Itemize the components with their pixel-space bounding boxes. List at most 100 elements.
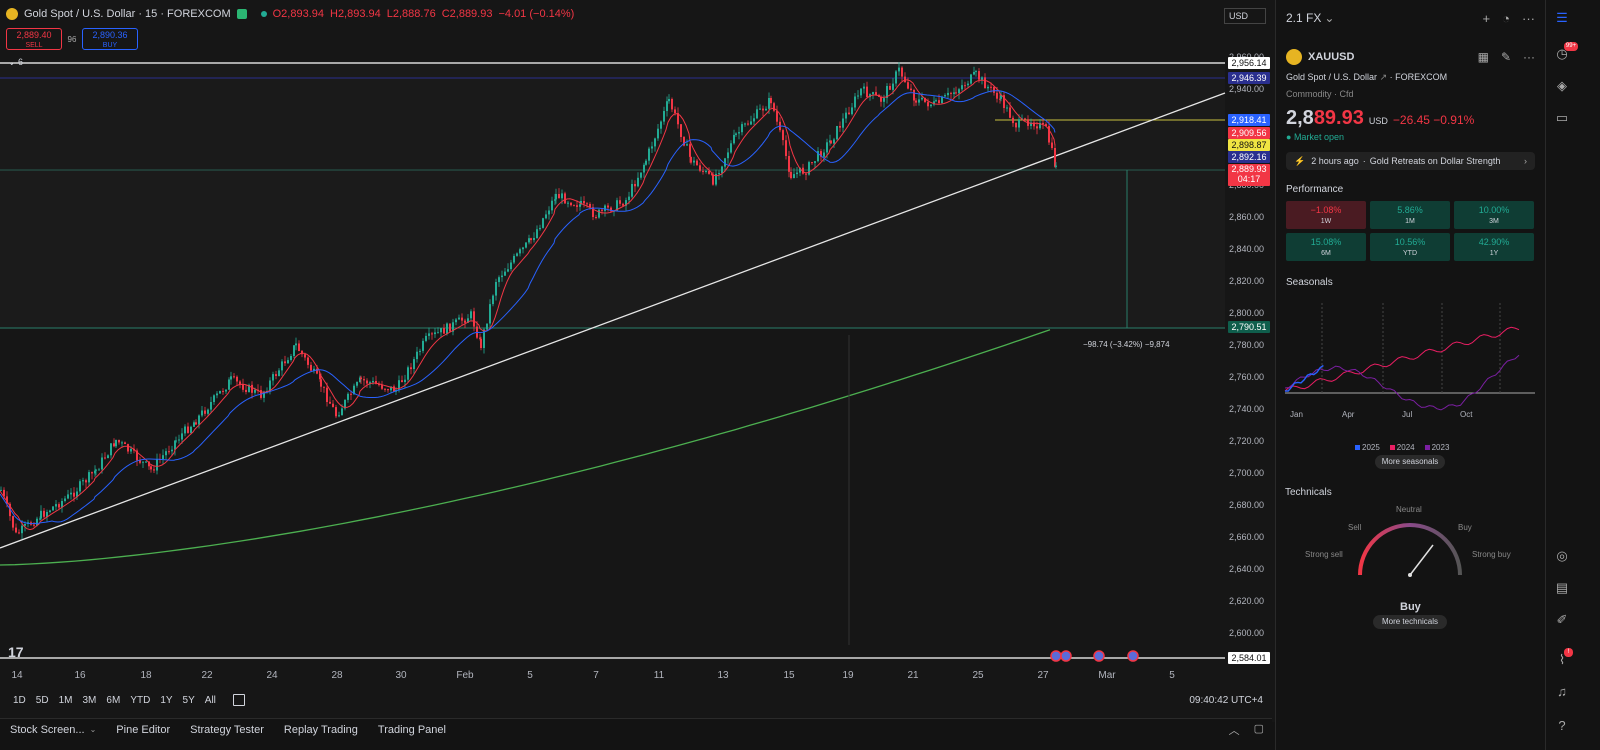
candle-body [225, 389, 227, 392]
watchlist-name[interactable]: 2.1 FX [1286, 11, 1321, 25]
candle-body [539, 227, 541, 230]
news-banner[interactable]: ⚡ 2 hours ago · Gold Retreats on Dollar St… [1286, 152, 1535, 170]
candle-body [733, 134, 735, 144]
edit-icon[interactable]: ✎ [1501, 50, 1511, 64]
candle-body [113, 443, 115, 447]
help-icon[interactable]: ? [1554, 718, 1570, 734]
candle-body [347, 393, 349, 400]
candle-body [690, 157, 692, 163]
range-all[interactable]: All [200, 695, 221, 706]
add-icon[interactable]: + [1483, 11, 1491, 26]
price-axis-tick: 2,740.00 [1228, 404, 1264, 414]
target-icon[interactable]: ◎ [1554, 548, 1570, 564]
candle-body [1006, 107, 1008, 109]
candle-body [272, 374, 274, 381]
range-ytd[interactable]: YTD [125, 695, 155, 706]
layers-icon[interactable]: ◈ [1554, 78, 1570, 94]
calendar-icon[interactable] [232, 694, 245, 706]
bell-icon[interactable]: ♫ [1554, 684, 1570, 700]
candle-body [782, 130, 784, 141]
more-technicals-button[interactable]: More technicals [1373, 615, 1447, 629]
hline-label[interactable]: ⌄ 6 [8, 57, 23, 68]
more-icon[interactable]: ··· [1522, 11, 1535, 26]
candle-body [461, 317, 463, 321]
buy-button[interactable]: 2,890.36 BUY [82, 28, 138, 50]
tab-replay-trading[interactable]: Replay Trading [274, 724, 368, 736]
candle-body [501, 275, 503, 278]
price-tag-resistance: 2,946.39 [1228, 72, 1270, 84]
candle-body [637, 177, 639, 187]
technicals-title[interactable]: Technicals [1285, 487, 1332, 498]
range-1d[interactable]: 1D [8, 695, 31, 706]
more-icon[interactable]: ··· [1523, 50, 1535, 64]
candle-body [21, 525, 23, 534]
pencil-icon[interactable]: ✐ [1554, 612, 1570, 628]
candle-body [338, 415, 340, 417]
collapse-icon[interactable]: ︿ [1229, 722, 1240, 738]
performance-cell-3m[interactable]: 10.00% 3M [1454, 201, 1534, 229]
candle-body [104, 457, 106, 459]
chart-area[interactable]: Gold Spot / U.S. Dollar · 15 · FOREXCOM … [0, 0, 1295, 722]
performance-value: 10.00% [1478, 205, 1510, 215]
tab-pine-editor[interactable]: Pine Editor [106, 724, 180, 736]
clock[interactable]: 09:40:42 UTC+4 [1189, 695, 1263, 706]
watchlist-header[interactable]: 2.1 FX ⌄ + ◔ ··· [1276, 0, 1545, 36]
performance-cell-1y[interactable]: 42.90% 1Y [1454, 233, 1534, 261]
candle-body [753, 118, 755, 122]
candle-body [363, 379, 365, 381]
range-1y[interactable]: 1Y [155, 695, 177, 706]
range-1m[interactable]: 1M [54, 695, 78, 706]
maximize-icon[interactable]: ▢ [1254, 722, 1264, 738]
grid-icon[interactable]: ▦ [1478, 50, 1489, 64]
candle-body [110, 443, 112, 456]
price-tag-yellow-line: 2,898.87 [1228, 139, 1270, 151]
price-chart[interactable] [0, 0, 1295, 722]
symbol-row[interactable]: XAUUSD ▦ ✎ ··· [1276, 44, 1545, 70]
symbol-title[interactable]: Gold Spot / U.S. Dollar · 15 · FOREXCOM [24, 8, 231, 20]
seasonals-title[interactable]: Seasonals [1276, 277, 1545, 288]
range-5d[interactable]: 5D [31, 695, 54, 706]
layout-icon[interactable]: ◔ [1502, 11, 1510, 26]
candle-body [1009, 107, 1011, 118]
alerts-badge: 99+ [1564, 42, 1578, 51]
tradingview-logo[interactable]: 17 [8, 644, 24, 660]
tab-stock-screener[interactable]: Stock Screen... ⌄ [0, 724, 106, 736]
performance-cell-6m[interactable]: 15.08% 6M [1286, 233, 1366, 261]
exchange-name[interactable]: FOREXCOM [1395, 72, 1447, 82]
candle-body [101, 457, 103, 470]
symbol-category: Commodity · Cfd [1286, 89, 1354, 99]
candle-body [384, 388, 386, 390]
external-link-icon[interactable]: ↗ [1380, 72, 1388, 82]
chevron-right-icon: › [1524, 156, 1527, 166]
calendar-icon[interactable]: ▤ [1554, 580, 1570, 596]
tab-strategy-tester[interactable]: Strategy Tester [180, 724, 274, 736]
range-5y[interactable]: 5Y [178, 695, 200, 706]
candle-body [85, 480, 87, 483]
more-seasonals-button[interactable]: More seasonals [1375, 455, 1445, 469]
ohlc-high: H2,893.94 [330, 8, 381, 20]
symbol-name[interactable]: XAUUSD [1308, 51, 1354, 63]
candle-body [645, 160, 647, 165]
performance-title[interactable]: Performance [1276, 184, 1545, 195]
candle-body [210, 402, 212, 410]
watchlist-icon[interactable]: ☰ [1554, 10, 1570, 26]
sell-button[interactable]: 2,889.40 SELL [6, 28, 62, 50]
performance-cell-ytd[interactable]: 10.56% YTD [1370, 233, 1450, 261]
range-3m[interactable]: 3M [78, 695, 102, 706]
description-text[interactable]: Gold Spot / U.S. Dollar [1286, 72, 1377, 82]
candle-body [43, 510, 45, 517]
candle-body [381, 385, 383, 389]
candle-body [79, 481, 81, 492]
bottom-panel-tabs: Stock Screen... ⌄ Pine Editor Strategy Te… [0, 718, 1272, 740]
range-6m[interactable]: 6M [101, 695, 125, 706]
tab-trading-panel[interactable]: Trading Panel [368, 724, 456, 736]
performance-cell-1w[interactable]: −1.08% 1W [1286, 201, 1366, 229]
performance-cell-1m[interactable]: 5.86% 1M [1370, 201, 1450, 229]
candle-body [785, 140, 787, 156]
currency-selector[interactable]: USD [1224, 8, 1266, 24]
chat-icon[interactable]: ▭ [1554, 110, 1570, 126]
seasonals-chart[interactable]: Jan Apr Jul Oct [1280, 303, 1540, 423]
candle-body [419, 350, 421, 352]
candle-body [793, 174, 795, 179]
candle-body [762, 108, 764, 111]
